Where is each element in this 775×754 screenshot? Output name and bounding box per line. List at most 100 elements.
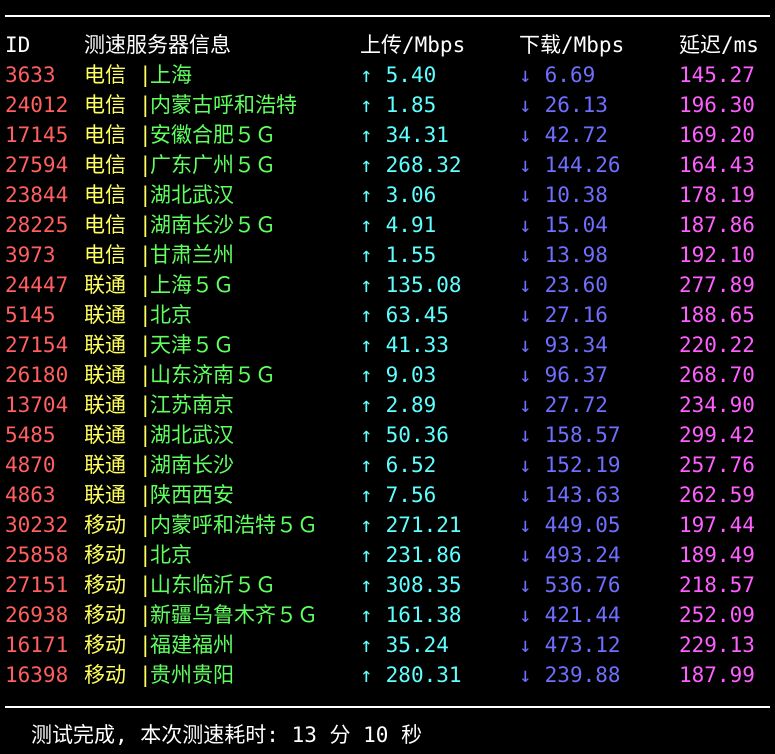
upload-value: 271.21 [385, 513, 462, 537]
table-row: 24447 联通 | 上海５Ｇ ↑ 135.08 ↓ 23.60 277.89 [0, 270, 775, 300]
upload-arrow-icon: ↑ [360, 183, 373, 207]
upload-speed: ↑ 308.35 [360, 570, 462, 600]
upload-speed: ↑ 5.40 [360, 60, 436, 90]
download-arrow-icon: ↓ [519, 243, 532, 267]
upload-value: 2.89 [385, 393, 437, 417]
server-id: 16171 [5, 633, 69, 657]
isp-name: 电信 [84, 153, 126, 177]
isp-name: 电信 [84, 63, 126, 87]
isp-name: 移动 [84, 573, 126, 597]
upload-value: 308.35 [385, 573, 462, 597]
latency-value: 220.22 [679, 333, 755, 357]
table-row: 16398 移动 | 贵州贵阳 ↑ 280.31 ↓ 239.88 187.99 [0, 660, 775, 690]
server-location: 山东临沂５Ｇ [150, 573, 276, 597]
download-value: 13.98 [544, 243, 608, 267]
upload-arrow-icon: ↑ [360, 423, 373, 447]
server-location: 安徽合肥５Ｇ [150, 123, 276, 147]
server-id: 5145 [5, 303, 56, 327]
table-row: 16171 移动 | 福建福州 ↑ 35.24 ↓ 473.12 229.13 [0, 630, 775, 660]
upload-value: 1.85 [385, 93, 437, 117]
download-arrow-icon: ↓ [519, 363, 532, 387]
upload-value: 161.38 [385, 603, 462, 627]
download-value: 93.34 [544, 333, 608, 357]
download-arrow-icon: ↓ [519, 543, 532, 567]
server-location: 天津５Ｇ [150, 333, 234, 357]
latency-value: 145.27 [679, 63, 755, 87]
download-value: 6.69 [544, 63, 596, 87]
latency-value: 189.49 [679, 543, 755, 567]
completion-message: 测试完成, 本次测速耗时: 13 分 10 秒 [31, 723, 423, 747]
server-location: 广东广州５Ｇ [150, 153, 276, 177]
latency-value: 252.09 [679, 603, 755, 627]
download-speed: ↓ 27.72 [519, 390, 608, 420]
upload-arrow-icon: ↑ [360, 213, 373, 237]
download-arrow-icon: ↓ [519, 453, 532, 477]
server-id: 4863 [5, 483, 56, 507]
download-arrow-icon: ↓ [519, 423, 532, 447]
download-arrow-icon: ↓ [519, 123, 532, 147]
upload-value: 5.40 [385, 63, 437, 87]
download-arrow-icon: ↓ [519, 303, 532, 327]
download-value: 144.26 [544, 153, 621, 177]
isp-name: 联通 [84, 483, 126, 507]
download-value: 15.04 [544, 213, 608, 237]
isp-name: 移动 [84, 543, 126, 567]
server-location: 新疆乌鲁木齐５Ｇ [150, 603, 318, 627]
download-value: 143.63 [544, 483, 621, 507]
download-speed: ↓ 144.26 [519, 150, 621, 180]
server-id: 5485 [5, 423, 56, 447]
latency-value: 192.10 [679, 243, 755, 267]
isp-name: 电信 [84, 243, 126, 267]
isp-name: 联通 [84, 333, 126, 357]
upload-arrow-icon: ↑ [360, 303, 373, 327]
upload-speed: ↑ 1.85 [360, 90, 436, 120]
download-value: 27.16 [544, 303, 608, 327]
download-arrow-icon: ↓ [519, 213, 532, 237]
upload-value: 3.06 [385, 183, 437, 207]
download-arrow-icon: ↓ [519, 633, 532, 657]
upload-value: 63.45 [385, 303, 449, 327]
upload-value: 231.86 [385, 543, 462, 567]
server-location: 陕西西安 [150, 483, 234, 507]
server-id: 3633 [5, 63, 56, 87]
header-server-info: 测速服务器信息 [84, 33, 231, 57]
upload-value: 135.08 [385, 273, 462, 297]
upload-arrow-icon: ↑ [360, 243, 373, 267]
download-speed: ↓ 42.72 [519, 120, 608, 150]
table-row: 3633 电信 | 上海 ↑ 5.40 ↓ 6.69 145.27 [0, 60, 775, 90]
upload-value: 35.24 [385, 633, 449, 657]
latency-value: 299.42 [679, 423, 755, 447]
server-location: 湖南长沙５Ｇ [150, 213, 276, 237]
upload-speed: ↑ 161.38 [360, 600, 462, 630]
header-download: 下载/Mbps [519, 33, 625, 57]
download-arrow-icon: ↓ [519, 513, 532, 537]
header-upload: 上传/Mbps [360, 33, 466, 57]
upload-speed: ↑ 34.31 [360, 120, 449, 150]
isp-name: 联通 [84, 273, 126, 297]
table-row: 25858 移动 | 北京 ↑ 231.86 ↓ 493.24 189.49 [0, 540, 775, 570]
download-value: 536.76 [544, 573, 621, 597]
upload-speed: ↑ 271.21 [360, 510, 462, 540]
upload-speed: ↑ 3.06 [360, 180, 436, 210]
upload-arrow-icon: ↑ [360, 333, 373, 357]
download-arrow-icon: ↓ [519, 183, 532, 207]
download-speed: ↓ 26.13 [519, 90, 608, 120]
server-id: 26938 [5, 603, 69, 627]
download-arrow-icon: ↓ [519, 63, 532, 87]
top-divider [5, 15, 770, 17]
upload-speed: ↑ 50.36 [360, 420, 449, 450]
table-header: ID 测速服务器信息 上传/Mbps 下载/Mbps 延迟/ms [0, 30, 775, 60]
latency-value: 229.13 [679, 633, 755, 657]
server-id: 28225 [5, 213, 69, 237]
server-location: 上海 [150, 63, 192, 87]
download-speed: ↓ 239.88 [519, 660, 621, 690]
upload-speed: ↑ 135.08 [360, 270, 462, 300]
upload-speed: ↑ 9.03 [360, 360, 436, 390]
table-row: 27594 电信 | 广东广州５Ｇ ↑ 268.32 ↓ 144.26 164.43 [0, 150, 775, 180]
download-value: 493.24 [544, 543, 621, 567]
server-location: 内蒙呼和浩特５Ｇ [150, 513, 318, 537]
isp-name: 移动 [84, 663, 126, 687]
table-row: 17145 电信 | 安徽合肥５Ｇ ↑ 34.31 ↓ 42.72 169.20 [0, 120, 775, 150]
upload-value: 41.33 [385, 333, 449, 357]
upload-arrow-icon: ↑ [360, 153, 373, 177]
